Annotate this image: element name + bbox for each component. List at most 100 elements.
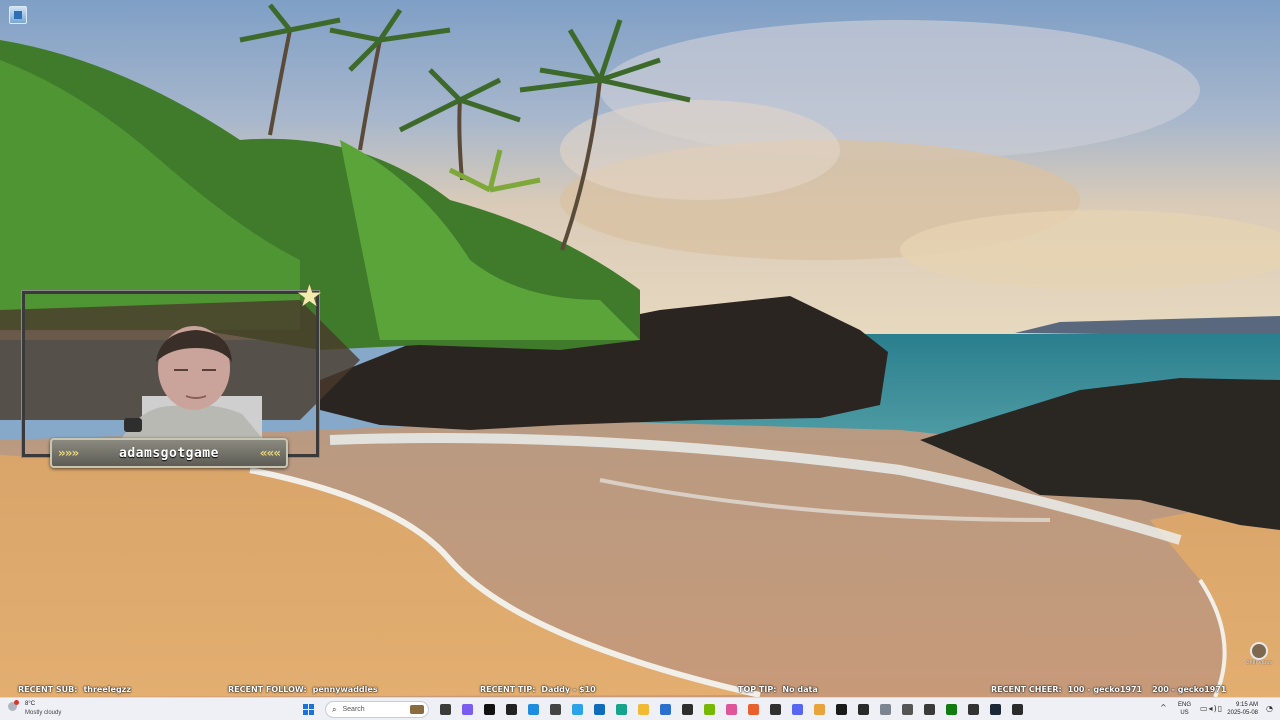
- edge-blue-icon: [528, 704, 539, 715]
- tiktok-studio-icon: [506, 704, 517, 715]
- app-orange-button[interactable]: [744, 700, 763, 719]
- copilot-button[interactable]: [458, 700, 477, 719]
- recent-cheer: RECENT CHEER: 100 - gecko1971 200 - gecko1…: [991, 683, 1226, 697]
- app-dark-2-icon: [858, 704, 869, 715]
- windows-icon: [303, 704, 314, 715]
- task-view-icon: [440, 704, 451, 715]
- channel-logo-text: Chill Vibes: [1246, 660, 1272, 666]
- weather-widget[interactable]: 8°C Mostly cloudy: [8, 700, 88, 719]
- app-mono-icon: [902, 704, 913, 715]
- terminal-icon: [682, 704, 693, 715]
- settings-button[interactable]: [876, 700, 895, 719]
- chrome-button[interactable]: [810, 700, 829, 719]
- steam-button[interactable]: [986, 700, 1005, 719]
- recent-follow: RECENT FOLLOW: pennywaddles: [228, 683, 378, 697]
- streamer-name: adamsgotgame: [119, 445, 219, 461]
- taskbar-apps: ⌕ Search: [299, 699, 1027, 720]
- app-dark-3-button[interactable]: [964, 700, 983, 719]
- app-dark-button[interactable]: [546, 700, 565, 719]
- discord-button[interactable]: [788, 700, 807, 719]
- steam-icon: [990, 704, 1001, 715]
- settings-icon: [880, 704, 891, 715]
- task-view-button[interactable]: [436, 700, 455, 719]
- search-placeholder: Search: [342, 706, 365, 713]
- taskbar: 8°C Mostly cloudy ⌕ Search ^ ENG US ▭◂)▯…: [0, 697, 1280, 720]
- recent-tip: RECENT TIP: Daddy - $10: [480, 683, 596, 697]
- app-mono-button[interactable]: [898, 700, 917, 719]
- chrome-icon: [814, 704, 825, 715]
- logo-ring-icon: [1250, 642, 1268, 660]
- terminal-button[interactable]: [678, 700, 697, 719]
- recent-cheer-label: RECENT CHEER:: [991, 685, 1062, 694]
- top-tip: TOP TIP: No data: [738, 683, 818, 697]
- app-orange-icon: [748, 704, 759, 715]
- app-dark-4-icon: [1012, 704, 1023, 715]
- recent-sub-value: threelegzz: [83, 685, 131, 694]
- channel-logo: Chill Vibes: [1242, 642, 1276, 680]
- language-indicator[interactable]: ENG US: [1178, 701, 1191, 717]
- notification-bell-icon[interactable]: ◔: [1266, 704, 1273, 713]
- tiktok-studio-button[interactable]: [502, 700, 521, 719]
- clock[interactable]: 9:15 AM 2025-05-08: [1224, 701, 1258, 717]
- notification-dot: [14, 700, 19, 705]
- weather-condition: Mostly cloudy: [25, 710, 62, 716]
- stream-events-bar: RECENT SUB: threelegzz RECENT FOLLOW: penn…: [0, 683, 1280, 697]
- app-pink-button[interactable]: [722, 700, 741, 719]
- search-icon: ⌕: [332, 704, 337, 714]
- copilot-icon: [462, 704, 473, 715]
- clock-date: 2025-05-08: [1227, 710, 1258, 716]
- chevron-up-icon[interactable]: ^: [1160, 703, 1167, 712]
- file-explorer-icon: [638, 704, 649, 715]
- desktop-shortcut-icon[interactable]: [9, 6, 27, 24]
- obs-button[interactable]: [766, 700, 785, 719]
- app-dark-3-icon: [968, 704, 979, 715]
- chevron-right-decoration: »»»: [58, 446, 79, 460]
- edge-button[interactable]: [612, 700, 631, 719]
- chevron-left-decoration: «««: [259, 446, 281, 460]
- xbox-icon: [946, 704, 957, 715]
- store-button[interactable]: [656, 700, 675, 719]
- xbox-button[interactable]: [942, 700, 961, 719]
- file-explorer-button[interactable]: [634, 700, 653, 719]
- app-dark-icon: [550, 704, 561, 715]
- star-icon: ★: [296, 279, 323, 314]
- app-dark-2-button[interactable]: [854, 700, 873, 719]
- outlook-button[interactable]: [590, 700, 609, 719]
- recent-cheer-value-2: 200 - gecko1971: [1152, 685, 1227, 694]
- start-button[interactable]: [299, 700, 318, 719]
- recent-sub-label: RECENT SUB:: [18, 685, 78, 694]
- app-pink-icon: [726, 704, 737, 715]
- recent-sub: RECENT SUB: threelegzz: [18, 683, 131, 697]
- outlook-icon: [594, 704, 605, 715]
- pinned-apps: [436, 700, 1027, 719]
- taskbar-search[interactable]: ⌕ Search: [325, 701, 429, 718]
- recent-cheer-value-1: 100 - gecko1971: [1067, 685, 1143, 694]
- top-tip-value: No data: [782, 685, 818, 694]
- tiktok-button[interactable]: [480, 700, 499, 719]
- edge-blue-button[interactable]: [524, 700, 543, 719]
- app-black-button[interactable]: [832, 700, 851, 719]
- app-black-icon: [836, 704, 847, 715]
- discord-icon: [792, 704, 803, 715]
- nvidia-icon: [704, 704, 715, 715]
- webcam-name-plate: »»» adamsgotgame «««: [50, 438, 288, 468]
- weather-temp: 8°C: [25, 701, 36, 707]
- language-region: US: [1180, 710, 1189, 716]
- top-tip-label: TOP TIP:: [738, 685, 777, 694]
- app-dark-4-button[interactable]: [1008, 700, 1027, 719]
- recent-tip-label: RECENT TIP:: [480, 685, 536, 694]
- capture-button[interactable]: [920, 700, 939, 719]
- webcam-frame: [21, 290, 320, 458]
- recent-follow-label: RECENT FOLLOW:: [228, 685, 307, 694]
- language-code: ENG: [1178, 702, 1192, 708]
- photos-icon: [572, 704, 583, 715]
- recent-follow-value: pennywaddles: [312, 685, 378, 694]
- network-volume-battery-icons[interactable]: ▭◂)▯: [1200, 704, 1223, 713]
- search-highlight-icon: [410, 705, 424, 714]
- edge-icon: [616, 704, 627, 715]
- clock-time: 9:15 AM: [1235, 702, 1258, 708]
- recent-tip-value: Daddy - $10: [541, 685, 596, 694]
- photos-button[interactable]: [568, 700, 587, 719]
- nvidia-button[interactable]: [700, 700, 719, 719]
- store-icon: [660, 704, 671, 715]
